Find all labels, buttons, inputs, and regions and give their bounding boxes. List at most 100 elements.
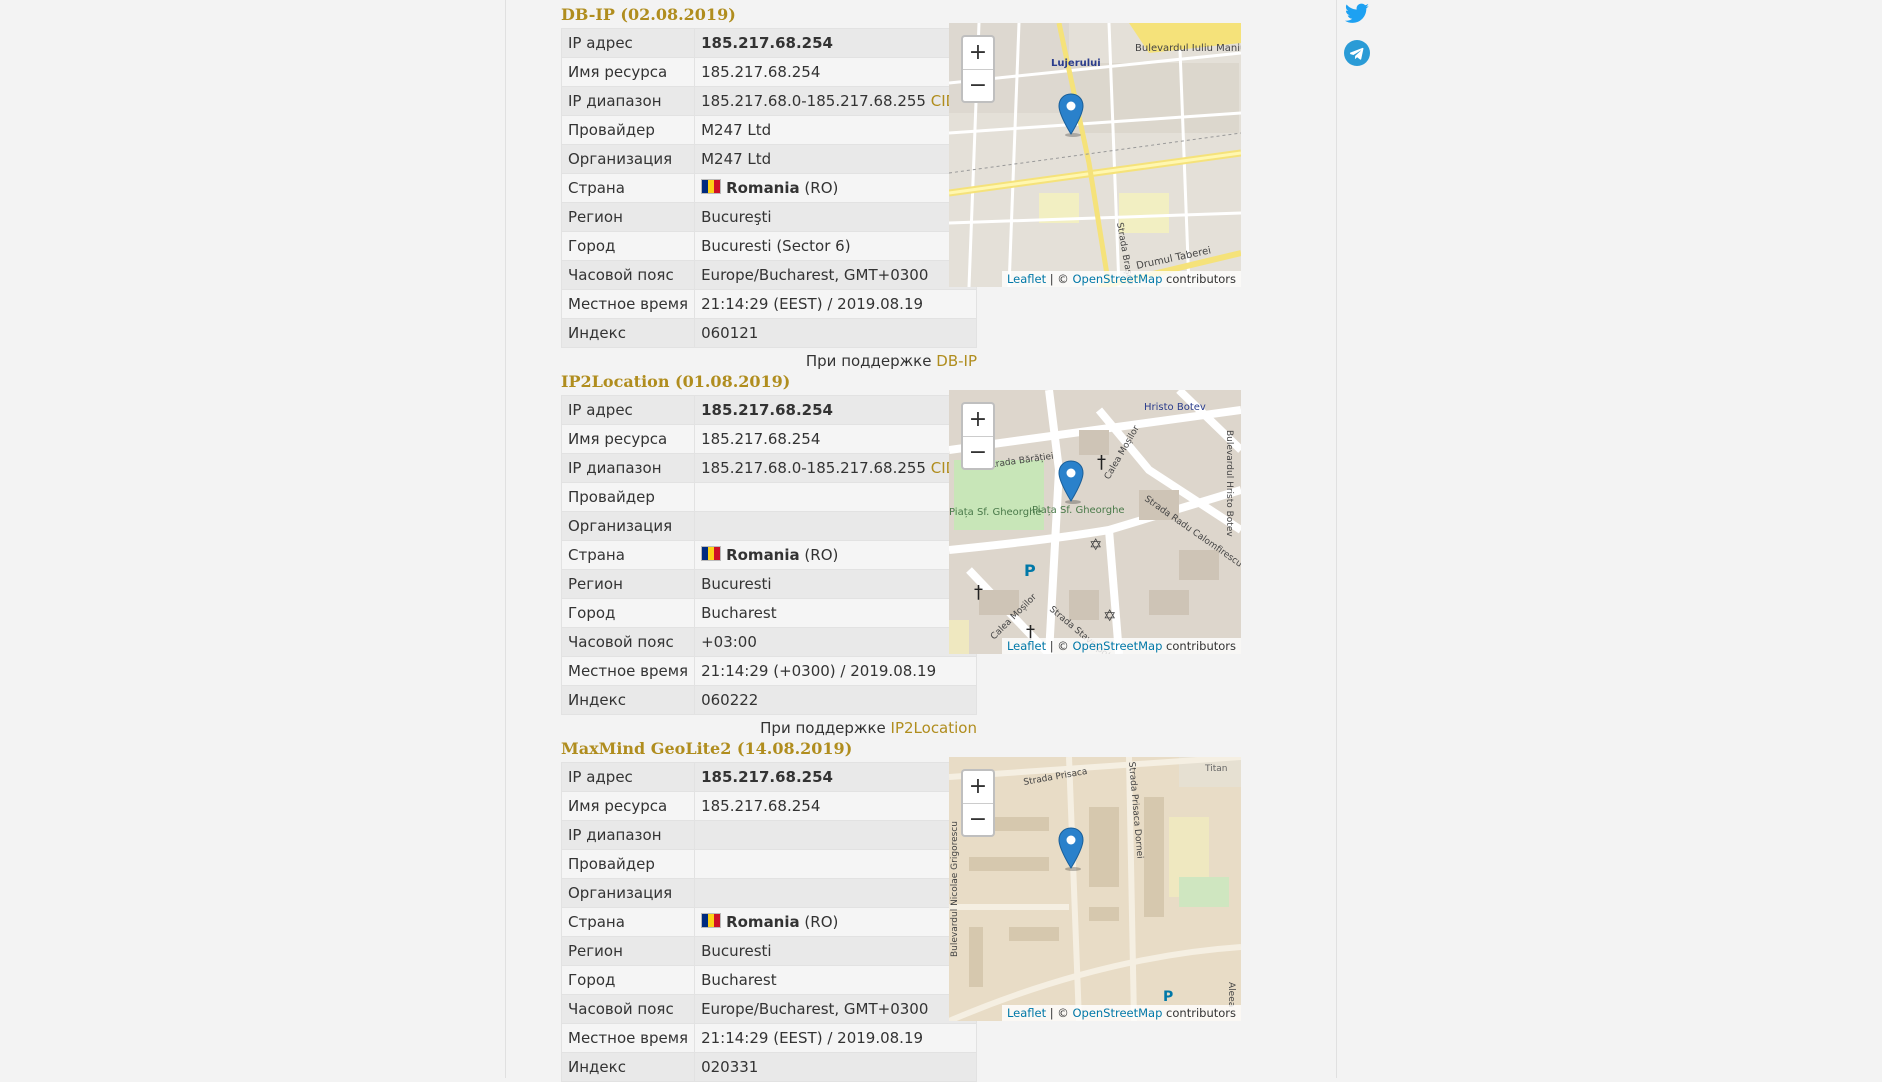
row-value: Bucuresti (Sector 6) — [694, 231, 977, 261]
value-text: 060121 — [701, 324, 759, 342]
svg-text:✡: ✡ — [1089, 535, 1102, 554]
value-text: 21:14:29 (+0300) / 2019.08.19 — [701, 662, 937, 680]
leaflet-link[interactable]: Leaflet — [1007, 272, 1046, 286]
map-dbip[interactable]: Bulevardul Iuliu Maniu Lujerului Strada … — [949, 23, 1241, 287]
row-value: Romania (RO) — [694, 540, 977, 570]
table-row: Провайдер — [560, 482, 977, 512]
country-name: Romania — [726, 913, 800, 931]
value-text: 21:14:29 (EEST) / 2019.08.19 — [701, 295, 924, 313]
value-text: Bucuresti (Sector 6) — [701, 237, 851, 255]
value-text: Europe/Bucharest, GMT+0300 — [701, 1000, 929, 1018]
map-marker-icon[interactable] — [1057, 93, 1085, 137]
zoom-in-button[interactable]: + — [963, 771, 993, 804]
map-attribution: Leaflet | © OpenStreetMap contributors — [1001, 638, 1241, 654]
row-value: Bucureşti — [694, 202, 977, 232]
row-value — [694, 820, 977, 850]
ip-info-table: IP адрес 185.217.68.254 Имя ресурса 185.217… — [560, 28, 977, 348]
table-row: Индекс 020331 — [560, 1052, 977, 1082]
row-value: Europe/Bucharest, GMT+0300 — [694, 994, 977, 1024]
row-label: IP адрес — [560, 28, 696, 58]
table-row: Часовой пояс +03:00 — [560, 627, 977, 657]
ip-address-value: 185.217.68.254 — [701, 768, 833, 786]
row-label: Имя ресурса — [560, 57, 696, 87]
zoom-control: + − — [961, 402, 995, 470]
value-text: 185.217.68.0-185.217.68.255 — [701, 92, 926, 110]
table-row: Организация — [560, 511, 977, 541]
row-label: IP адрес — [560, 395, 696, 425]
table-row: Местное время 21:14:29 (EEST) / 2019.08.1… — [560, 1023, 977, 1053]
row-label: Город — [560, 598, 696, 628]
map-maxmind[interactable]: Strada Prisaca Strada Prisaca Dornei Tit… — [949, 757, 1241, 1021]
zoom-in-button[interactable]: + — [963, 37, 993, 70]
dbip-link[interactable]: DB-IP — [936, 352, 977, 370]
zoom-out-button[interactable]: − — [963, 70, 993, 102]
svg-text:Bulevardul Nicolae Grigorescu: Bulevardul Nicolae Grigorescu — [950, 821, 960, 957]
table-row: Местное время 21:14:29 (+0300) / 2019.08.… — [560, 656, 977, 686]
row-value: 060121 — [694, 318, 977, 348]
table-row: Страна Romania (RO) — [560, 907, 977, 937]
osm-link[interactable]: OpenStreetMap — [1072, 272, 1162, 286]
row-value: +03:00 — [694, 627, 977, 657]
row-value: Bucuresti — [694, 936, 977, 966]
leaflet-link[interactable]: Leaflet — [1007, 639, 1046, 653]
row-label: Имя ресурса — [560, 424, 696, 454]
row-label: Часовой пояс — [560, 260, 696, 290]
country-name: Romania — [726, 179, 800, 197]
row-label: Индекс — [560, 318, 696, 348]
zoom-control: + − — [961, 35, 995, 103]
map-marker-icon[interactable] — [1057, 827, 1085, 871]
map-ip2location[interactable]: Hristo Botev Strada Bărăției Piața Sf. G… — [949, 390, 1241, 654]
osm-link[interactable]: OpenStreetMap — [1072, 639, 1162, 653]
zoom-in-button[interactable]: + — [963, 404, 993, 437]
row-label: Страна — [560, 907, 696, 937]
table-row: Индекс 060222 — [560, 685, 977, 715]
ip2location-link[interactable]: IP2Location — [891, 719, 977, 737]
table-row: Регион Bucuresti — [560, 936, 977, 966]
value-text: 060222 — [701, 691, 759, 709]
row-value — [694, 511, 977, 541]
leaflet-link[interactable]: Leaflet — [1007, 1006, 1046, 1020]
romania-flag-icon — [701, 179, 722, 194]
row-value: M247 Ltd — [694, 144, 977, 174]
value-text: 185.217.68.254 — [701, 430, 821, 448]
map-marker-icon[interactable] — [1057, 460, 1085, 504]
table-row: Местное время 21:14:29 (EEST) / 2019.08.1… — [560, 289, 977, 319]
svg-text:Piața Sf. Gheorghe: Piața Sf. Gheorghe — [1032, 505, 1125, 516]
svg-text:Lujerului: Lujerului — [1051, 58, 1101, 69]
row-label: IP диапазон — [560, 453, 696, 483]
row-value — [694, 878, 977, 908]
svg-text:Bulevardul Hristo Botev: Bulevardul Hristo Botev — [1224, 430, 1234, 537]
ip-address-value: 185.217.68.254 — [701, 401, 833, 419]
osm-link[interactable]: OpenStreetMap — [1072, 1006, 1162, 1020]
zoom-out-button[interactable]: − — [963, 437, 993, 469]
value-text: Europe/Bucharest, GMT+0300 — [701, 266, 929, 284]
twitter-icon[interactable] — [1344, 0, 1370, 26]
table-row: Регион Bucureşti — [560, 202, 977, 232]
row-value: 185.217.68.254 — [694, 28, 977, 58]
svg-text:Bulevardul Iuliu Maniu: Bulevardul Iuliu Maniu — [1135, 43, 1241, 54]
svg-text:P: P — [1163, 989, 1173, 1005]
table-row: Город Bucharest — [560, 598, 977, 628]
row-label: Организация — [560, 144, 696, 174]
ip-info-table: IP адрес 185.217.68.254 Имя ресурса 185.217… — [560, 395, 977, 715]
row-label: Местное время — [560, 1023, 696, 1053]
telegram-icon[interactable] — [1344, 40, 1370, 66]
romania-flag-icon — [701, 913, 722, 928]
row-value: Romania (RO) — [694, 907, 977, 937]
row-label: Регион — [560, 936, 696, 966]
value-text: M247 Ltd — [701, 121, 772, 139]
row-label: Индекс — [560, 1052, 696, 1082]
table-row: Индекс 060121 — [560, 318, 977, 348]
country-code: (RO) — [804, 179, 839, 197]
value-text: 185.217.68.254 — [701, 797, 821, 815]
row-value: 21:14:29 (EEST) / 2019.08.19 — [694, 1023, 977, 1053]
table-row: Имя ресурса 185.217.68.254 — [560, 424, 977, 454]
table-row: IP адрес 185.217.68.254 — [560, 28, 977, 58]
row-value: Bucharest — [694, 598, 977, 628]
row-label: Город — [560, 965, 696, 995]
row-label: Местное время — [560, 289, 696, 319]
row-value: 185.217.68.254 — [694, 424, 977, 454]
zoom-out-button[interactable]: − — [963, 804, 993, 836]
row-value: 020331 — [694, 1052, 977, 1082]
row-label: IP диапазон — [560, 820, 696, 850]
